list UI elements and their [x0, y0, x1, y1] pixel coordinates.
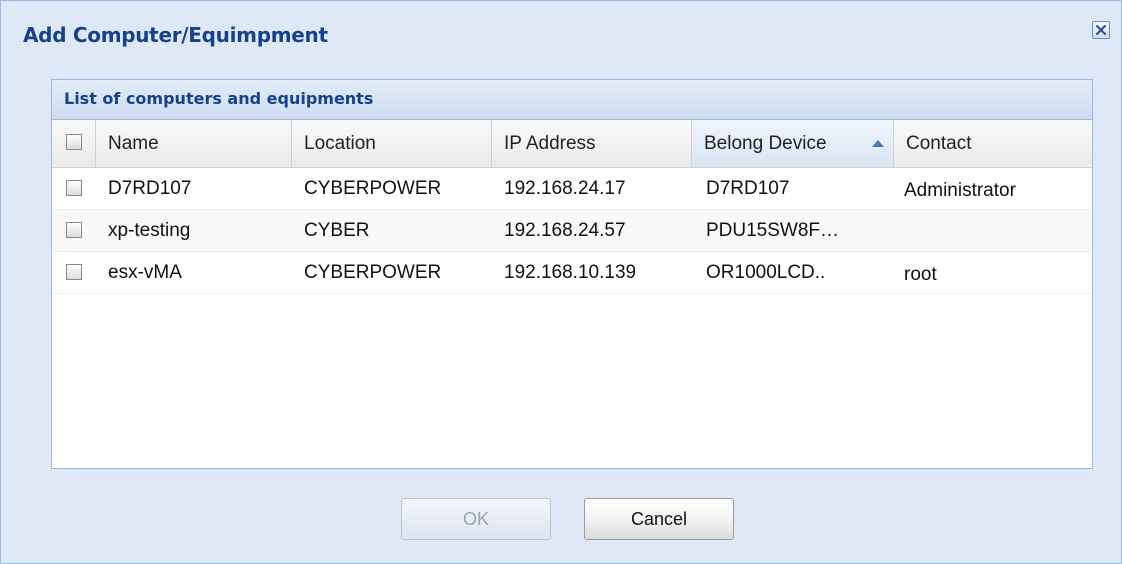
column-header-belong-device[interactable]: Belong Device [692, 120, 894, 167]
column-header-label: Location [304, 133, 376, 154]
column-header-label: IP Address [504, 133, 596, 154]
sort-ascending-icon [872, 140, 884, 147]
cell-name: esx-vMA [108, 262, 182, 283]
table-row[interactable]: xp-testing CYBER 192.168.24.57 PDU15SW8F… [52, 210, 1092, 252]
column-header-location[interactable]: Location [292, 120, 492, 167]
cell-belong-device: PDU15SW8F… [706, 220, 840, 241]
cell-name: D7RD107 [108, 178, 192, 199]
close-icon [1096, 25, 1106, 35]
panel-header: List of computers and equipments [52, 80, 1092, 120]
row-checkbox[interactable] [66, 264, 82, 280]
column-header-contact[interactable]: Contact [894, 120, 1092, 167]
column-header-label: Name [108, 133, 159, 154]
cancel-button[interactable]: Cancel [584, 498, 734, 540]
cell-contact: root [904, 264, 937, 285]
row-checkbox[interactable] [66, 180, 82, 196]
column-header-label: Belong Device [704, 133, 827, 154]
ok-button[interactable]: OK [401, 498, 551, 540]
select-all-checkbox[interactable] [66, 134, 82, 150]
grid-header: Name Location IP Address Belong Device C… [52, 120, 1092, 168]
cell-ip-address: 192.168.24.17 [504, 178, 626, 199]
cell-belong-device: D7RD107 [706, 178, 790, 199]
cell-location: CYBER [304, 220, 370, 241]
cell-location: CYBERPOWER [304, 262, 442, 283]
cell-ip-address: 192.168.10.139 [504, 262, 637, 283]
column-header-ip-address[interactable]: IP Address [492, 120, 692, 167]
panel-title: List of computers and equipments [64, 89, 374, 108]
table-row[interactable]: esx-vMA CYBERPOWER 192.168.10.139 OR1000… [52, 252, 1092, 294]
table-row[interactable]: D7RD107 CYBERPOWER 192.168.24.17 D7RD107… [52, 168, 1092, 210]
column-header-name[interactable]: Name [96, 120, 292, 167]
dialog-title: Add Computer/Equimpment [23, 23, 328, 47]
cell-ip-address: 192.168.24.57 [504, 220, 626, 241]
column-header-label: Contact [906, 133, 972, 154]
cell-belong-device: OR1000LCD.. [706, 262, 826, 283]
computer-list-panel: List of computers and equipments Name Lo… [51, 79, 1093, 469]
cell-name: xp-testing [108, 220, 191, 241]
close-button[interactable] [1092, 21, 1110, 39]
row-checkbox[interactable] [66, 222, 82, 238]
cell-contact: Administrator [904, 180, 1016, 201]
select-all-header [52, 120, 96, 167]
cell-location: CYBERPOWER [304, 178, 442, 199]
add-computer-dialog: Add Computer/Equimpment List of computer… [0, 0, 1122, 564]
